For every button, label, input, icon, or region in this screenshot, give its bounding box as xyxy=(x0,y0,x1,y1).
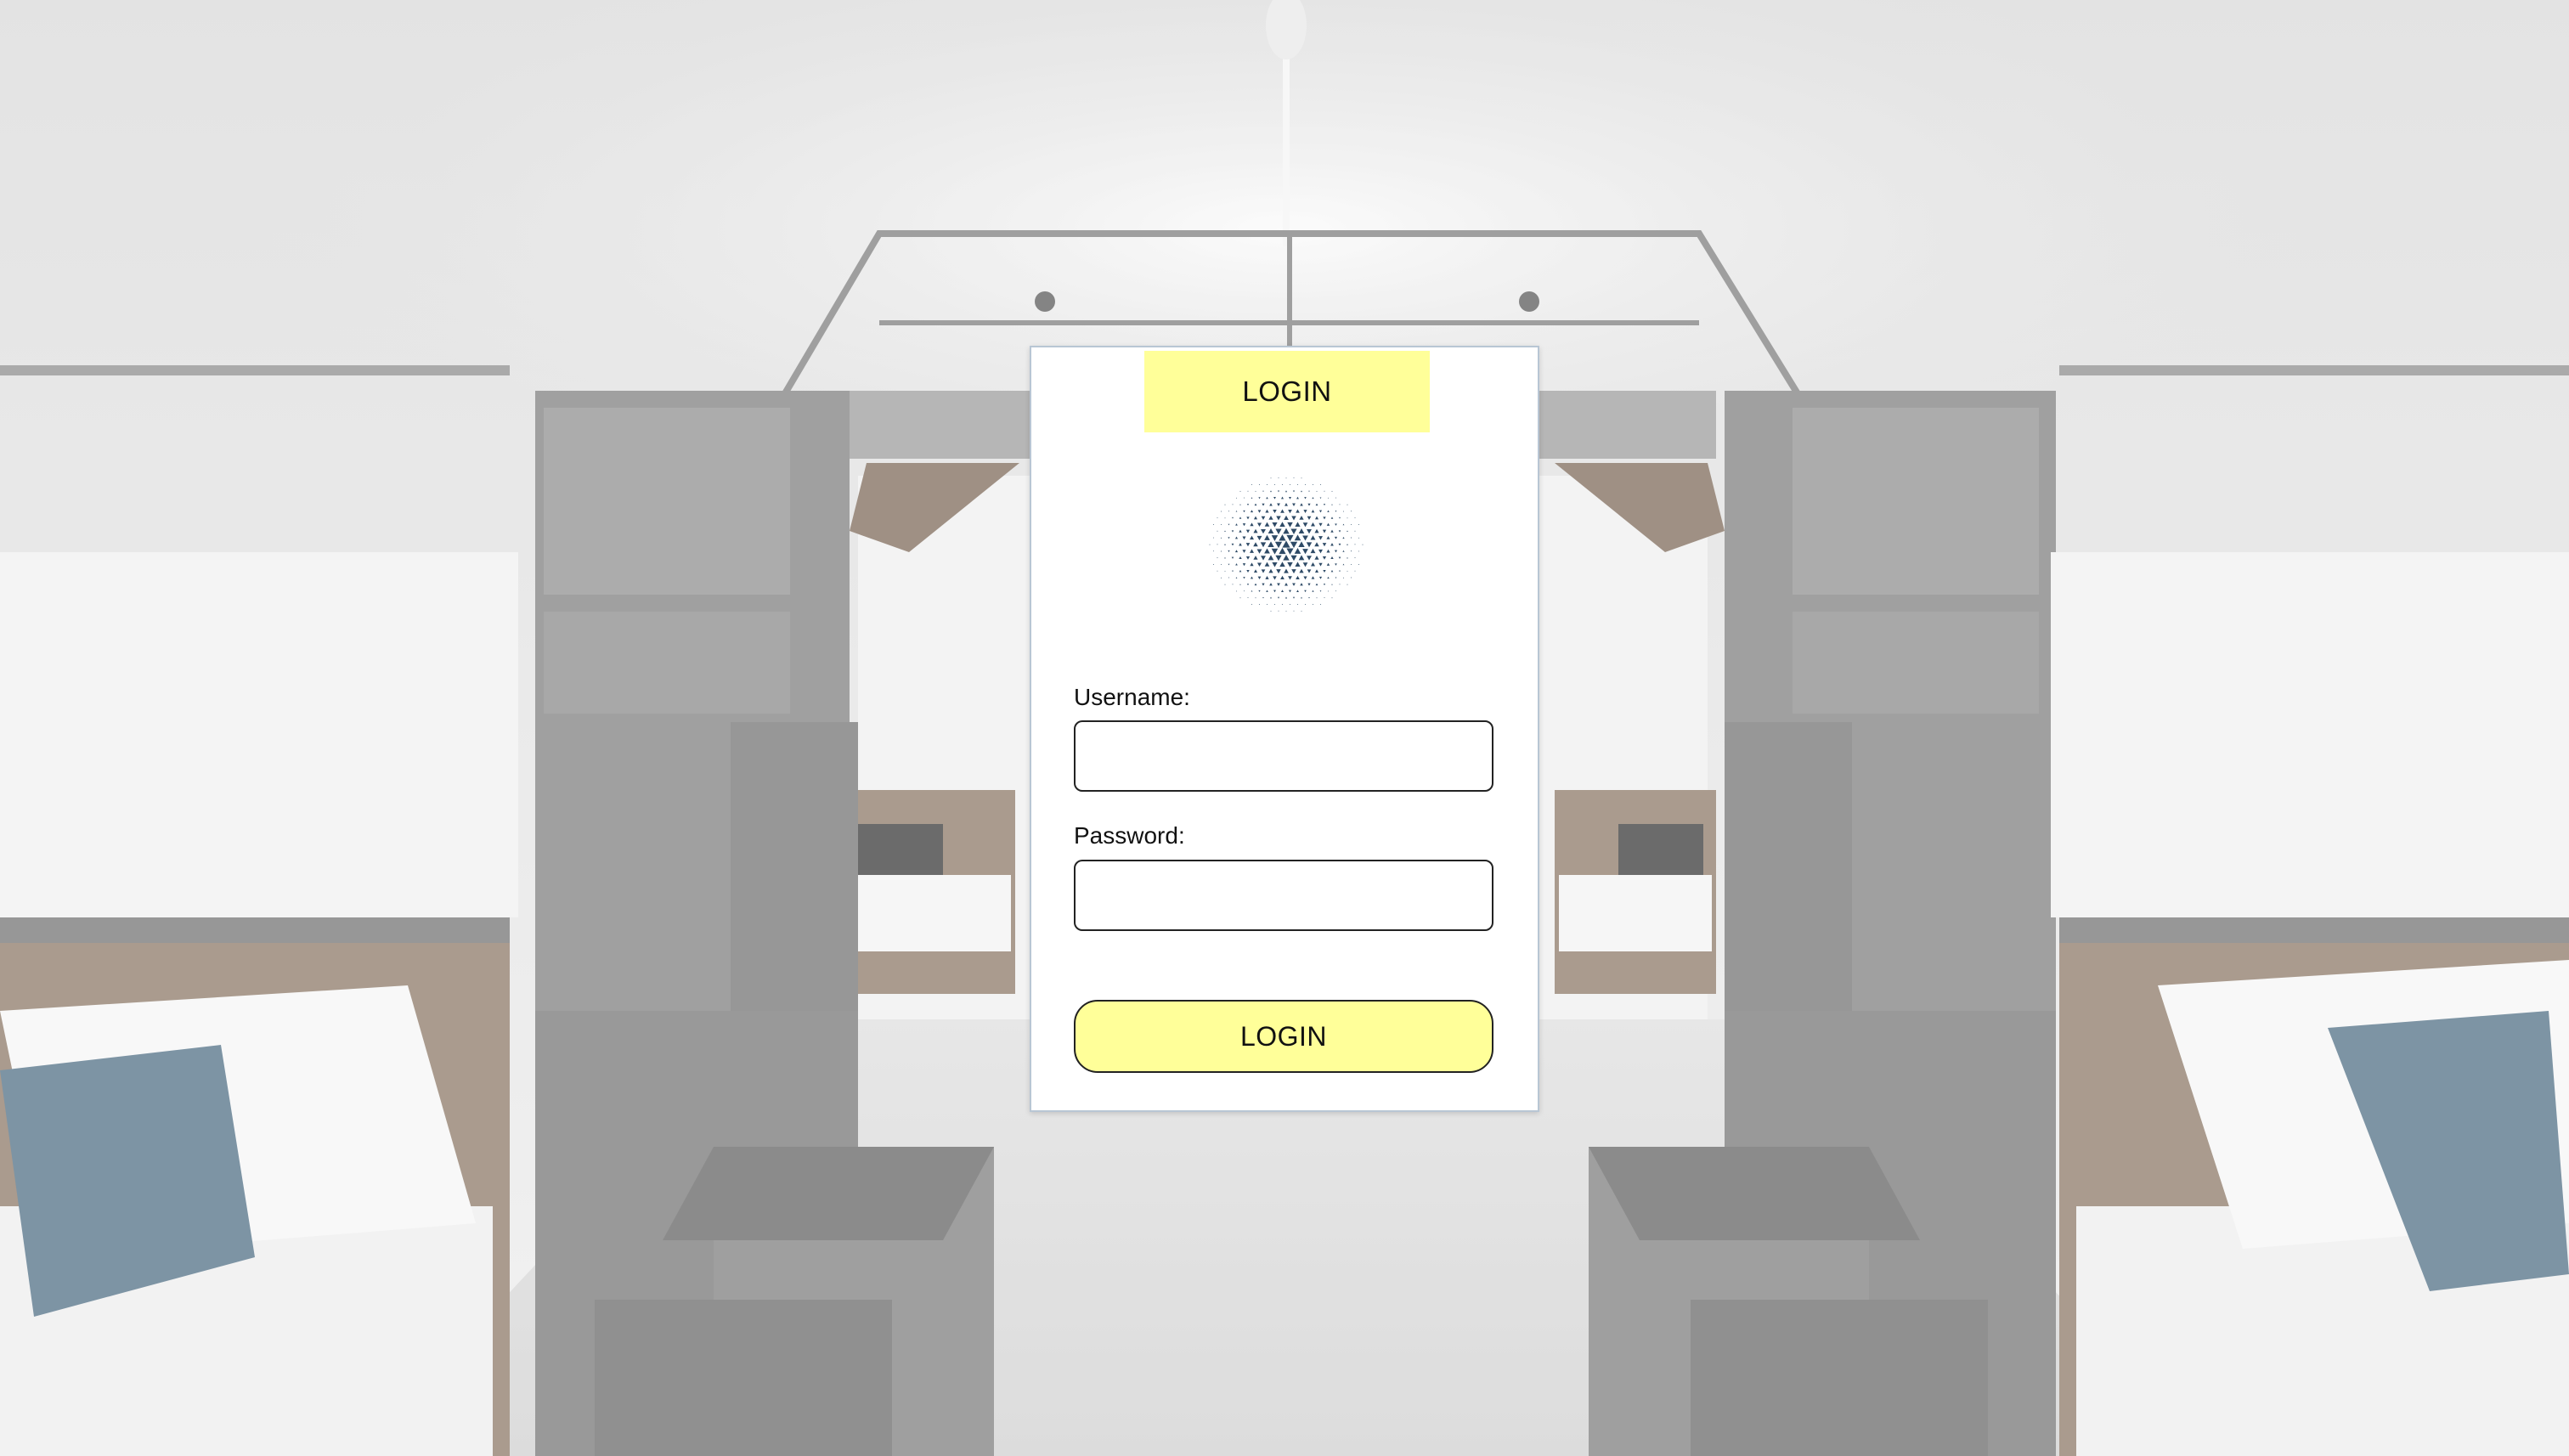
login-header-tab: LOGIN xyxy=(1144,351,1430,432)
password-label: Password: xyxy=(1074,822,1185,849)
hexagon-triangle-pattern-logo-icon xyxy=(1209,477,1364,612)
username-input[interactable] xyxy=(1074,720,1493,792)
username-label: Username: xyxy=(1074,684,1190,710)
login-card: LOGIN Username: Password: LOGIN xyxy=(1030,346,1539,1112)
login-page: LOGIN Username: Password: LOGIN xyxy=(0,0,2569,1456)
password-input[interactable] xyxy=(1074,860,1493,931)
login-button[interactable]: LOGIN xyxy=(1074,1000,1493,1073)
